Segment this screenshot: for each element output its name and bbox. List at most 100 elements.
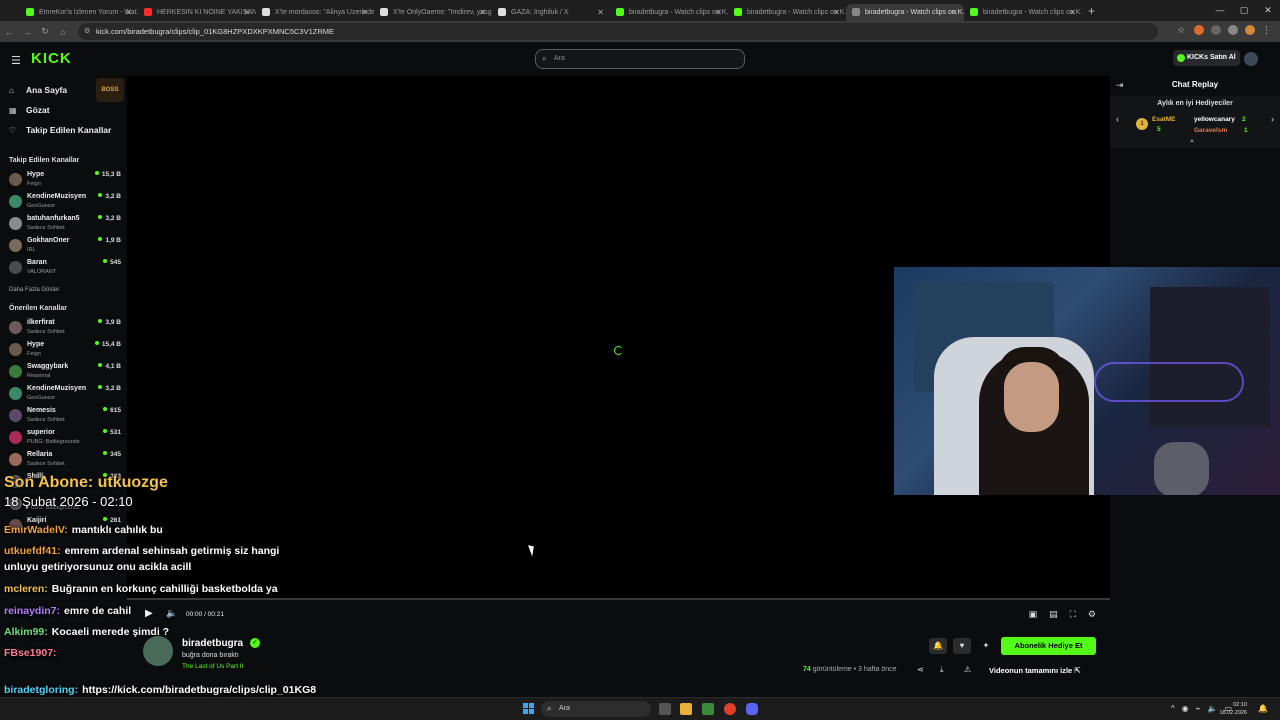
file-explorer-icon[interactable] bbox=[680, 703, 692, 715]
browser-tab[interactable]: biradetbugra - Watch clips on K... ✕ bbox=[846, 3, 964, 21]
channel-row[interactable]: KendineMuzisyen GeoGuessr 3,2 B bbox=[9, 384, 121, 404]
gifter-name[interactable]: Garavelsm bbox=[1194, 127, 1227, 134]
chevron-right-icon[interactable]: › bbox=[1271, 114, 1274, 124]
watch-full-video-link[interactable]: Videonun tamamını izle ⇱ bbox=[989, 666, 1081, 675]
network-icon[interactable]: ⌁ bbox=[1196, 704, 1201, 713]
close-window-icon[interactable]: ✕ bbox=[1256, 0, 1280, 21]
home-browser-icon[interactable]: ⌂ bbox=[54, 27, 72, 37]
extension-icon[interactable] bbox=[1194, 25, 1204, 35]
browser-tab[interactable]: X'te OnlyOaeme: "Imdirev, yasgi... ✕ bbox=[374, 4, 492, 21]
bookmark-icon[interactable]: ☆ bbox=[1177, 25, 1187, 35]
channel-row[interactable]: Swaggybark Reanimal 4,1 B bbox=[9, 362, 121, 382]
channel-row[interactable]: ilkerfirat Sadece Sohbet 3,9 B bbox=[9, 318, 121, 338]
gifter-name[interactable]: EsatME bbox=[1152, 116, 1175, 123]
chat-username[interactable]: EmirWadelV: bbox=[4, 524, 68, 536]
browser-tab[interactable]: biradetbugra - Watch clips on K... ✕ bbox=[610, 4, 728, 21]
notification-bell-icon[interactable]: 🔔 bbox=[929, 638, 947, 654]
channel-name[interactable]: biradetbugra bbox=[182, 638, 243, 649]
chat-username[interactable]: Alkim99: bbox=[4, 626, 48, 638]
follow-heart-icon[interactable]: ♥ bbox=[953, 638, 971, 654]
channel-row[interactable]: GokhanOner IRL 1,9 B bbox=[9, 236, 121, 256]
browser-tab[interactable]: GAZA: Inghiluk / X ✕ bbox=[492, 4, 610, 21]
nav-item-2[interactable]: ♡ Takip Edilen Kanallar bbox=[9, 125, 111, 135]
channel-avatar[interactable] bbox=[143, 636, 173, 666]
back-icon[interactable]: ← bbox=[0, 27, 18, 37]
close-tab-icon[interactable]: ✕ bbox=[1069, 8, 1076, 17]
store-icon[interactable] bbox=[702, 703, 714, 715]
browser-tab[interactable]: biradetbugra - Watch clips on K... ✕ bbox=[964, 4, 1082, 21]
progress-bar[interactable] bbox=[127, 598, 1110, 600]
chat-username[interactable]: FBse1907: bbox=[4, 647, 57, 659]
game-link[interactable]: The Last of Us Part II bbox=[182, 663, 243, 670]
nav-item-0[interactable]: ⌂ Ana Sayfa bbox=[9, 85, 67, 95]
minimize-icon[interactable]: — bbox=[1208, 0, 1232, 21]
play-icon[interactable]: ▶ bbox=[145, 608, 153, 619]
user-avatar[interactable] bbox=[1244, 52, 1258, 66]
system-clock[interactable]: 02:10 18.02.2026 bbox=[1219, 701, 1247, 717]
maximize-icon[interactable]: ▢ bbox=[1232, 0, 1256, 21]
chat-username[interactable]: reinaydin7: bbox=[4, 605, 60, 617]
reload-icon[interactable]: ↻ bbox=[36, 26, 54, 37]
report-icon[interactable]: ⚠ bbox=[964, 665, 971, 674]
share-icon[interactable]: ⋖ bbox=[917, 665, 924, 674]
chat-username[interactable]: biradetgloring: bbox=[4, 684, 78, 696]
close-tab-icon[interactable]: ✕ bbox=[597, 8, 604, 17]
discord-icon[interactable] bbox=[746, 703, 758, 715]
channel-row[interactable]: Baran VALORANT 545 bbox=[9, 258, 121, 278]
forward-icon[interactable]: → bbox=[18, 27, 36, 37]
gifter-name[interactable]: yellowcanary bbox=[1194, 116, 1235, 123]
kick-logo[interactable]: KICK bbox=[31, 50, 72, 67]
tray-app-icon[interactable]: ◉ bbox=[1182, 704, 1189, 713]
url-field[interactable]: ⚙ kick.com/biradetbugra/clips/clip_01KG8… bbox=[78, 23, 1158, 40]
menu-icon[interactable]: ⋮ bbox=[1262, 25, 1272, 35]
channel-row[interactable]: superior PUBG: Battlegrounds 531 bbox=[9, 428, 121, 448]
windows-start-icon[interactable] bbox=[523, 703, 535, 715]
show-more-link[interactable]: Daha Fazla Göster bbox=[9, 287, 59, 293]
buy-kicks-button[interactable]: KICKs Satın Al bbox=[1173, 50, 1240, 66]
gift-sub-button[interactable]: Abonelik Hediye Et bbox=[1001, 637, 1096, 655]
channel-row[interactable]: KendineMuzisyen GeoGuessr 3,2 B bbox=[9, 192, 121, 212]
channel-row[interactable]: Nemesis Sadece Sohbet 615 bbox=[9, 406, 121, 426]
site-info-icon[interactable]: ⚙ bbox=[84, 23, 90, 40]
close-tab-icon[interactable]: ✕ bbox=[479, 8, 486, 17]
expand-gifters-icon[interactable]: ⩡ bbox=[1190, 138, 1194, 146]
pip-icon[interactable]: ▣ bbox=[1029, 609, 1038, 620]
volume-icon[interactable]: 🔈 bbox=[166, 608, 177, 619]
close-tab-icon[interactable]: ✕ bbox=[243, 8, 250, 17]
browser-tab[interactable]: EmreKor'a Izlenen Yorum - Wat... ✕ bbox=[20, 4, 138, 21]
viewer-count: 3,2 B bbox=[98, 193, 121, 200]
hamburger-menu-icon[interactable]: ☰ bbox=[11, 54, 21, 67]
close-tab-icon[interactable]: ✕ bbox=[715, 8, 722, 17]
extension-icon[interactable] bbox=[1228, 25, 1238, 35]
close-tab-icon[interactable]: ✕ bbox=[361, 8, 368, 17]
channel-row[interactable]: batuhanfurkan5 Sadece Sohbet 3,2 B bbox=[9, 214, 121, 234]
download-icon[interactable]: ⤓ bbox=[940, 665, 944, 675]
close-tab-icon[interactable]: ✕ bbox=[951, 8, 958, 17]
fullscreen-icon[interactable]: ⛶ bbox=[1070, 609, 1076, 620]
nav-item-1[interactable]: ▦ Gözat bbox=[9, 105, 50, 115]
browser-tab[interactable]: biradetbugra - Watch clips on K... ✕ bbox=[728, 4, 846, 21]
volume-tray-icon[interactable]: 🔈 bbox=[1207, 704, 1217, 713]
taskbar-search[interactable]: ⌕ Ara bbox=[541, 701, 651, 717]
boost-icon[interactable]: ✦ bbox=[977, 638, 995, 654]
profile-icon[interactable] bbox=[1245, 25, 1255, 35]
settings-icon[interactable]: ⚙ bbox=[1088, 609, 1096, 620]
extension-icon[interactable] bbox=[1211, 25, 1221, 35]
chat-username[interactable]: utkuefdf41: bbox=[4, 545, 61, 557]
new-tab-button[interactable]: + bbox=[1088, 4, 1095, 18]
close-tab-icon[interactable]: ✕ bbox=[125, 8, 132, 17]
channel-row[interactable]: Hype Feign 15,4 B bbox=[9, 340, 121, 360]
channel-row[interactable]: Rellaria Sadece Sohbet 345 bbox=[9, 450, 121, 470]
chevron-left-icon[interactable]: ‹ bbox=[1116, 114, 1119, 124]
browser-tab[interactable]: X'te mordaxos: "Alinya Uzerinde... ✕ bbox=[256, 4, 374, 21]
theater-icon[interactable]: ▤ bbox=[1049, 609, 1058, 620]
tray-arrow-icon[interactable]: ^ bbox=[1171, 704, 1175, 713]
chat-username[interactable]: mcleren: bbox=[4, 583, 48, 595]
browser-tab[interactable]: HERKESIN KI NOINE YAKISANI ✕ bbox=[138, 4, 256, 21]
channel-row[interactable]: Hype Feign 15,3 B bbox=[9, 170, 121, 190]
task-view-icon[interactable] bbox=[659, 703, 671, 715]
chrome-icon[interactable] bbox=[724, 703, 736, 715]
search-input[interactable]: ⌕ Ara bbox=[535, 49, 745, 69]
close-tab-icon[interactable]: ✕ bbox=[833, 8, 840, 17]
notifications-icon[interactable]: 🔔 bbox=[1258, 704, 1268, 713]
